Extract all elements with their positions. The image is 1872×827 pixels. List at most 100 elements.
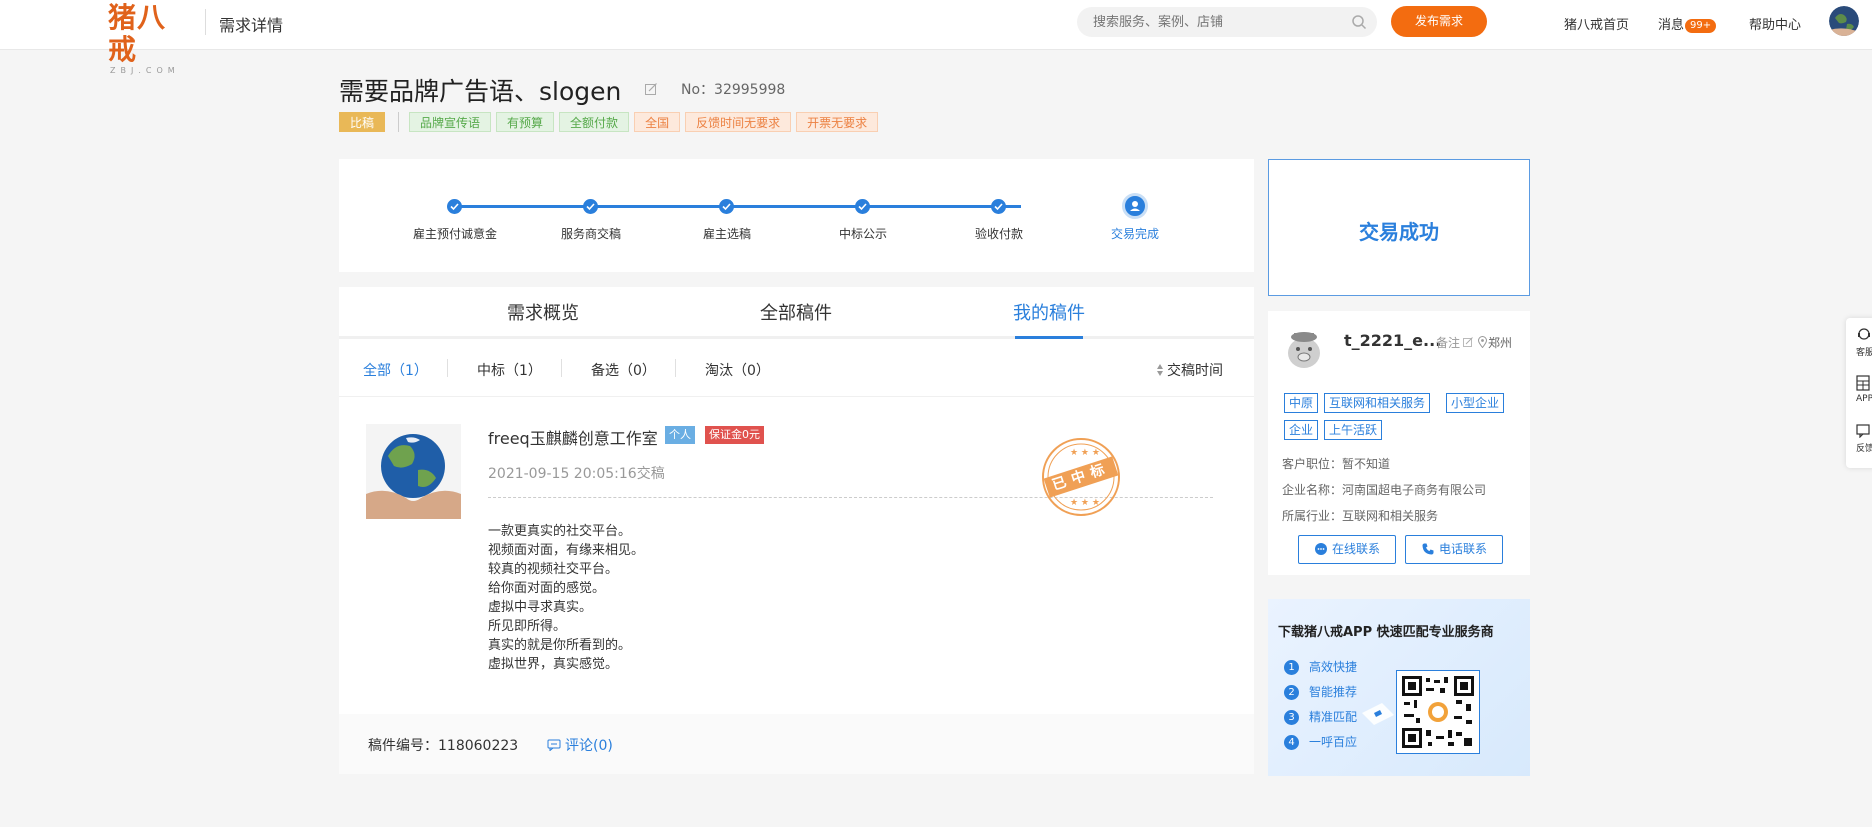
tag-green: 全额付款 xyxy=(559,111,630,132)
employer-company: 企业名称：河南国超电子商务有限公司 xyxy=(1282,483,1487,497)
feedback-icon xyxy=(1856,424,1870,439)
app-feature: 4 一呼百应 xyxy=(1284,733,1357,750)
step-label: 验收付款 xyxy=(974,227,1023,241)
header-divider xyxy=(205,9,206,35)
filter-won[interactable]: 中标（1） xyxy=(477,360,542,380)
search-icon[interactable] xyxy=(1351,14,1367,30)
publish-requirement-button[interactable]: 发布需求 xyxy=(1391,6,1487,37)
tag-orange: 反馈时间无要求 xyxy=(685,111,792,132)
floating-toolbar: 客服 APP 反馈 xyxy=(1846,318,1872,468)
app-feature: 2 智能推荐 xyxy=(1284,683,1357,700)
page-name: 需求详情 xyxy=(219,16,284,35)
search-input[interactable] xyxy=(1093,7,1333,37)
top-header: 猪八戒 ZBJ.COM 需求详情 发布需求 猪八戒首页 消息99+ 帮助中心 xyxy=(0,0,1872,76)
location-pin-icon xyxy=(1478,336,1487,348)
content-line: 所见即所得。 xyxy=(488,619,567,634)
feature-label: 高效快捷 xyxy=(1309,660,1358,674)
step-check-icon xyxy=(719,199,734,214)
nav-help-link[interactable]: 帮助中心 xyxy=(1749,14,1801,33)
deposit-badge: 保证金0元 xyxy=(705,426,764,444)
online-contact-button[interactable]: 在线联系 xyxy=(1298,535,1396,564)
tag-divider xyxy=(398,111,400,132)
trade-status-box: 交易成功 xyxy=(1268,159,1530,296)
float-service-label: 客服 xyxy=(1856,348,1872,358)
employer-tag: 小型企业 xyxy=(1446,393,1505,413)
tab-all-works[interactable]: 全部稿件 xyxy=(760,299,832,325)
edit-icon xyxy=(1463,337,1473,347)
float-app-label: APP xyxy=(1856,394,1872,404)
employer-avatar[interactable] xyxy=(1282,327,1326,371)
filter-backup[interactable]: 备选（0） xyxy=(591,360,656,380)
provider-name[interactable]: freeq玉麒麟创意工作室 xyxy=(488,425,658,449)
filter-divider xyxy=(447,359,448,377)
phone-icon xyxy=(1422,543,1434,555)
work-footer: 稿件编号：118060223 评论(0) xyxy=(339,714,1254,774)
employer-name[interactable]: t_2221_e... xyxy=(1344,331,1441,350)
step-check-icon xyxy=(447,199,462,214)
comment-link[interactable]: 评论(0) xyxy=(547,735,613,755)
phone-contact-label: 电话联系 xyxy=(1438,542,1487,556)
employer-location: 郑州 xyxy=(1478,334,1512,351)
filter-eliminated[interactable]: 淘汰（0） xyxy=(705,360,770,380)
content-line: 给你面对面的感觉。 xyxy=(488,581,606,596)
nav-messages-link[interactable]: 消息 99+ xyxy=(1658,14,1717,33)
search-box[interactable] xyxy=(1077,7,1377,37)
app-qr-code xyxy=(1396,670,1480,754)
filter-bar: 全部（1） 中标（1） 备选（0） 淘汰（0） 交稿时间 xyxy=(339,339,1254,397)
feature-label: 一呼百应 xyxy=(1309,735,1358,749)
zbj-logo[interactable]: 猪八戒 ZBJ.COM xyxy=(108,2,188,76)
employer-tag: 互联网和相关服务 xyxy=(1324,393,1431,413)
user-avatar[interactable] xyxy=(1829,6,1859,36)
provider-avatar[interactable] xyxy=(366,424,461,519)
won-stamp: ★ ★ ★ ★ ★ ★ 已中标 xyxy=(1039,435,1123,519)
qr-code-icon xyxy=(1402,676,1474,748)
tab-my-works[interactable]: 我的稿件 xyxy=(1013,299,1085,325)
app-download-promo[interactable]: 下载猪八戒APP 快速匹配专业服务商 1 高效快捷 2 智能推荐 3 精准匹配 4 一呼… xyxy=(1268,599,1530,776)
float-app[interactable]: APP xyxy=(1856,375,1872,404)
content-line: 虚拟中寻求真实。 xyxy=(488,600,593,615)
svg-text:★ ★ ★: ★ ★ ★ xyxy=(1070,448,1100,458)
tab-overview[interactable]: 需求概览 xyxy=(507,299,579,325)
employer-industry: 所属行业：互联网和相关服务 xyxy=(1282,509,1439,523)
number-1-icon: 1 xyxy=(1284,660,1299,675)
progress-panel: 雇主预付诚意金 服务商交稿 雇主选稿 中标公示 验收付款 交易完成 xyxy=(339,159,1254,272)
employer-tag: 企业 xyxy=(1284,420,1319,440)
step-check-icon xyxy=(991,199,1006,214)
step-check-icon xyxy=(855,199,870,214)
progress-line xyxy=(455,205,1021,208)
app-promo-title: 下载猪八戒APP 快速匹配专业服务商 xyxy=(1278,625,1494,640)
nav-home-link[interactable]: 猪八戒首页 xyxy=(1564,14,1629,33)
feature-label: 精准匹配 xyxy=(1309,710,1358,724)
online-contact-label: 在线联系 xyxy=(1331,542,1380,556)
employer-tag: 中原 xyxy=(1284,393,1319,413)
type-tag: 比稿 xyxy=(339,111,386,132)
number-3-icon: 3 xyxy=(1284,710,1299,725)
tag-orange: 全国 xyxy=(634,111,681,132)
sort-icon xyxy=(1157,364,1163,376)
content-line: 一款更真实的社交平台。 xyxy=(488,524,632,539)
float-service[interactable]: 客服 xyxy=(1856,328,1872,358)
employer-note-button[interactable]: 备注 xyxy=(1436,334,1473,351)
filter-all[interactable]: 全部（1） xyxy=(363,360,428,380)
customer-service-icon xyxy=(1858,328,1870,340)
comment-label: 评论(0) xyxy=(565,738,613,754)
step-label: 雇主预付诚意金 xyxy=(412,227,497,241)
requirement-title: 需要品牌广告语、slogen xyxy=(339,77,622,106)
megaphone-icon xyxy=(1362,703,1394,725)
content-line: 虚拟世界，真实感觉。 xyxy=(488,657,619,672)
works-panel: 需求概览 全部稿件 我的稿件 全部（1） 中标（1） 备选（0） 淘汰（0） 交… xyxy=(339,287,1254,774)
float-feedback[interactable]: 反馈 xyxy=(1856,424,1872,454)
avatar-globe-icon xyxy=(1829,6,1859,36)
sort-by-submit-time[interactable]: 交稿时间 xyxy=(1156,360,1223,380)
messages-count-badge: 99+ xyxy=(1685,19,1717,33)
content-line: 视频面对面，有缘来相见。 xyxy=(488,543,645,558)
content-line: 较真的视频社交平台。 xyxy=(488,562,619,577)
feature-label: 智能推荐 xyxy=(1309,685,1358,699)
edit-icon[interactable] xyxy=(644,82,658,96)
app-feature: 1 高效快捷 xyxy=(1284,658,1357,675)
sort-label: 交稿时间 xyxy=(1167,363,1223,379)
content-line: 真实的就是你所看到的。 xyxy=(488,638,632,653)
phone-contact-button[interactable]: 电话联系 xyxy=(1405,535,1503,564)
logo-subtext: ZBJ.COM xyxy=(110,66,180,75)
tag-green: 品牌宣传语 xyxy=(409,111,492,132)
